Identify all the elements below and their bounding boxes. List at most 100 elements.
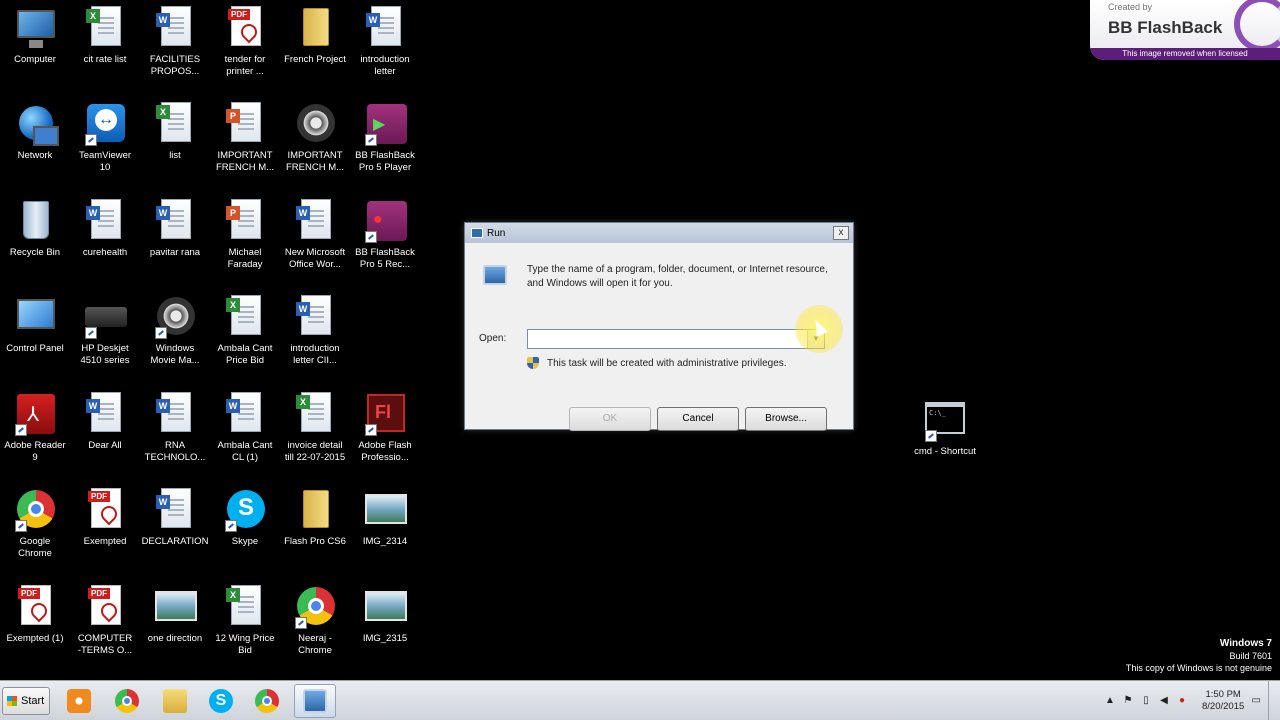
desktop-icon-important-french-m[interactable]: IMPORTANT FRENCH M... — [210, 100, 280, 192]
bb-flashback-logo-icon — [1234, 0, 1280, 52]
notification-icon[interactable]: ▭ — [1250, 695, 1262, 707]
system-tray: ▲ ⚑ ▯ ◀ ● 1:50 PM 8/20/2015 ▭ — [1098, 681, 1268, 720]
desktop-icon-label: Ambala Cant Price Bid — [217, 343, 273, 366]
desktop-icon-label: Google Chrome — [18, 536, 52, 559]
show-desktop-button[interactable] — [1268, 681, 1280, 720]
desktop-icon-introduction-letter-cii[interactable]: introduction letter CII... — [280, 293, 350, 385]
desktop-icon-invoice-detail-till-22-07-2015[interactable]: invoice detail till 22-07-2015 — [280, 390, 350, 482]
taskbar-google-chrome-button[interactable] — [106, 684, 148, 718]
desktop-icon-list[interactable]: list — [140, 100, 210, 192]
powerpoint-file-icon — [223, 199, 267, 243]
desktop-icon-recycle-bin[interactable]: Recycle Bin — [0, 197, 70, 289]
desktop-icon-bb-flashback-pro-5-rec[interactable]: BB FlashBack Pro 5 Rec... — [350, 197, 420, 289]
desktop-icon-ambala-cant-cl-1[interactable]: Ambala Cant CL (1) — [210, 390, 280, 482]
desktop-icon-rna-technolo[interactable]: RNA TECHNOLO... — [140, 390, 210, 482]
desktop-icon-important-french-m[interactable]: IMPORTANT FRENCH M... — [280, 100, 350, 192]
desktop-icon-windows-movie-ma[interactable]: Windows Movie Ma... — [140, 293, 210, 385]
taskbar-google-chrome-2-button[interactable] — [246, 684, 288, 718]
word-file-icon — [83, 392, 127, 436]
desktop-icon-ambala-cant-price-bid[interactable]: Ambala Cant Price Bid — [210, 293, 280, 385]
adobe-reader-icon — [13, 392, 57, 436]
watermark-brand: BB FlashBack — [1108, 18, 1223, 37]
google-chrome-2-icon — [255, 689, 279, 713]
desktop-icon-label: FACILITIES PROPOS... — [149, 54, 201, 77]
desktop-icon-label: French Project — [284, 54, 346, 65]
movie-file-icon — [153, 295, 197, 339]
taskbar-windows-media-player-button[interactable] — [58, 684, 100, 718]
desktop-icon-flash-pro-cs6[interactable]: Flash Pro CS6 — [280, 486, 350, 578]
desktop-icon-declaration[interactable]: DECLARATION — [140, 486, 210, 578]
taskbar-skype-button[interactable]: S — [200, 684, 242, 718]
desktop-icon-computer[interactable]: Computer — [0, 4, 70, 96]
desktop-icon-neeraj-chrome[interactable]: Neeraj - Chrome — [280, 583, 350, 675]
desktop-icon-teamviewer-10[interactable]: TeamViewer 10 — [70, 100, 140, 192]
desktop-icon-exempted-1[interactable]: Exempted (1) — [0, 583, 70, 675]
watermark-note: This image removed when licensed — [1090, 48, 1280, 60]
ok-button[interactable]: OK — [569, 407, 651, 431]
desktop-icon-skype[interactable]: Skype — [210, 486, 280, 578]
movie-file-icon — [293, 102, 337, 146]
desktop-icon-exempted[interactable]: Exempted — [70, 486, 140, 578]
desktop-icon-adobe-reader-9[interactable]: Adobe Reader 9 — [0, 390, 70, 482]
desktop-icon-img-2315[interactable]: IMG_2315 — [350, 583, 420, 675]
desktop-icon-pavitar-rana[interactable]: pavitar rana — [140, 197, 210, 289]
word-file-icon — [153, 199, 197, 243]
desktop-icon-dear-all[interactable]: Dear All — [70, 390, 140, 482]
run-dialog-body: Type the name of a program, folder, docu… — [465, 243, 853, 431]
browse-button[interactable]: Browse... — [745, 407, 827, 431]
desktop-icon-adobe-flash-professio[interactable]: Adobe Flash Professio... — [350, 390, 420, 482]
desktop-icon-cit-rate-list[interactable]: cit rate list — [70, 4, 140, 96]
record-icon[interactable]: ● — [1176, 695, 1188, 707]
open-input[interactable] — [527, 329, 825, 349]
volume-icon[interactable]: ◀ — [1158, 695, 1170, 707]
taskbar-windows-explorer-button[interactable] — [154, 684, 196, 718]
uac-shield-icon — [527, 357, 539, 369]
show-hidden-icons-arrow[interactable]: ▲ — [1104, 695, 1116, 707]
excel-file-icon — [83, 6, 127, 50]
desktop-icon-one-direction[interactable]: one direction — [140, 583, 210, 675]
run-dialog-title: Run — [487, 227, 506, 239]
word-file-icon — [293, 295, 337, 339]
word-file-icon — [153, 488, 197, 532]
desktop-icon-label: Neeraj - Chrome — [298, 633, 332, 656]
desktop-icon-network[interactable]: Network — [0, 100, 70, 192]
desktop-icon-label: Adobe Flash Professio... — [358, 440, 412, 463]
desktop-icon-curehealth[interactable]: curehealth — [70, 197, 140, 289]
run-icon — [303, 689, 327, 713]
desktop-icon-bb-flashback-pro-5-player[interactable]: BB FlashBack Pro 5 Player — [350, 100, 420, 192]
desktop-icon-label: Ambala Cant CL (1) — [217, 440, 273, 463]
adobe-flash-icon — [363, 392, 407, 436]
desktop-icon-google-chrome[interactable]: Google Chrome — [0, 486, 70, 578]
desktop-icon-hp-deskjet-4510-series[interactable]: HP Deskjet 4510 series — [70, 293, 140, 385]
desktop-icon-label: list — [169, 150, 181, 161]
desktop-icon-label: IMPORTANT FRENCH M... — [215, 150, 275, 173]
desktop-icon-control-panel[interactable]: Control Panel — [0, 293, 70, 385]
action-center-flag-icon[interactable]: ⚑ — [1122, 695, 1134, 707]
desktop-icon-computer-terms-o[interactable]: COMPUTER -TERMS O... — [70, 583, 140, 675]
desktop-icon-tender-for-printer[interactable]: tender for printer ... — [210, 4, 280, 96]
start-button[interactable]: Start — [2, 687, 50, 715]
desktop-icon-label: Skype — [231, 536, 259, 547]
desktop-icon-12-wing-price-bid[interactable]: 12 Wing Price Bid — [210, 583, 280, 675]
watermark-created-by: Created by — [1108, 2, 1153, 12]
close-button[interactable]: x — [833, 226, 849, 240]
clock[interactable]: 1:50 PM 8/20/2015 — [1202, 689, 1244, 713]
run-description: Type the name of a program, folder, docu… — [527, 264, 828, 289]
desktop-icon-michael-faraday[interactable]: Michael Faraday — [210, 197, 280, 289]
desktop-icon-cmd-shortcut[interactable]: cmd - Shortcut — [910, 396, 980, 488]
cancel-button[interactable]: Cancel — [657, 407, 739, 431]
skype-icon: S — [209, 689, 233, 713]
desktop-icon-french-project[interactable]: French Project — [280, 4, 350, 96]
desktop-icon-label: cit rate list — [83, 54, 127, 65]
desktop-icon-img-2314[interactable]: IMG_2314 — [350, 486, 420, 578]
image-file-icon — [153, 585, 197, 629]
run-dialog-titlebar[interactable]: Run — [465, 223, 853, 243]
pdf-file-icon — [83, 585, 127, 629]
desktop-icon-new-microsoft-office-wor[interactable]: New Microsoft Office Wor... — [280, 197, 350, 289]
run-app-icon — [471, 228, 483, 238]
desktop-icon-facilities-propos[interactable]: FACILITIES PROPOS... — [140, 4, 210, 96]
taskbar-run-button[interactable] — [294, 684, 336, 718]
network-icon[interactable]: ▯ — [1140, 695, 1152, 707]
desktop-icon-label: BB FlashBack Pro 5 Player — [355, 150, 415, 173]
desktop-icon-introduction-letter[interactable]: introduction letter — [350, 4, 420, 96]
